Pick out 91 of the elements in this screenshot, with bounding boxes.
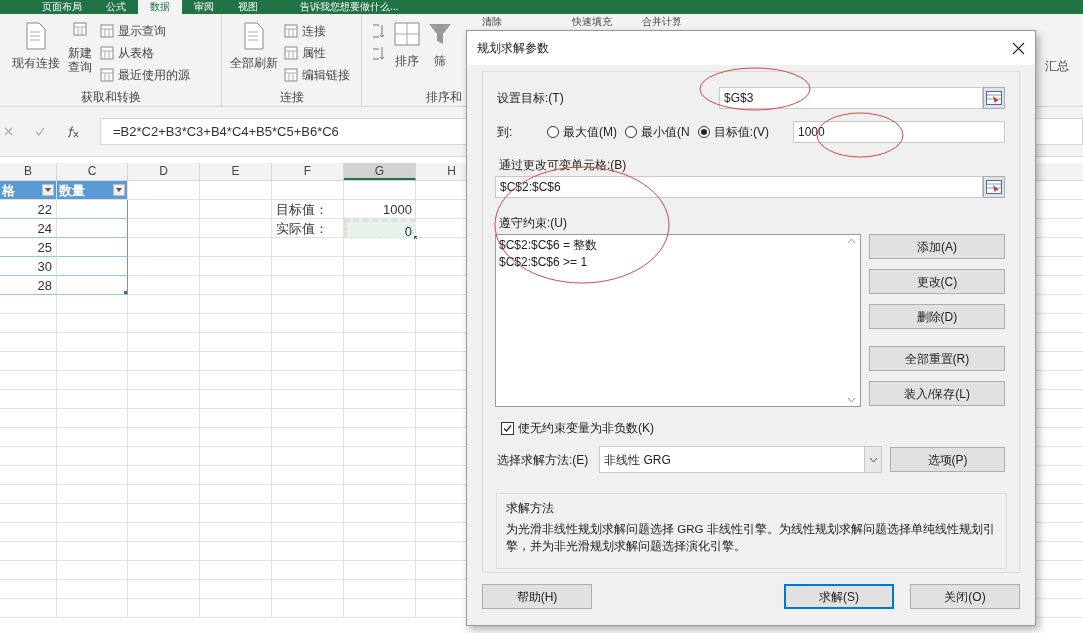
document-icon — [242, 22, 266, 50]
ribbon-tab[interactable]: 数据 — [138, 0, 182, 14]
dialog-button[interactable]: 关闭(O) — [910, 584, 1020, 609]
cell-picker-button[interactable] — [983, 87, 1005, 109]
to-label: 到: — [497, 124, 514, 141]
side-button[interactable]: 更改(C) — [868, 269, 1005, 294]
radio-option[interactable]: 最小值(N — [625, 123, 690, 141]
existing-connections-button[interactable]: 现有连接 — [12, 22, 60, 88]
spreadsheet-cell — [0, 599, 57, 618]
table-icon — [100, 68, 114, 82]
column-header[interactable]: D — [128, 163, 200, 180]
document-icon — [24, 22, 48, 50]
table-icon — [284, 68, 298, 82]
cell-picker-icon — [986, 180, 1002, 194]
table-icon — [284, 46, 298, 60]
objective-label: 设置目标:(T) — [497, 90, 565, 107]
side-button[interactable]: 装入/保存(L) — [868, 381, 1005, 406]
radio-option[interactable]: 最大值(M) — [547, 123, 617, 141]
header-text: 格 — [2, 181, 15, 200]
cell-picker-button[interactable] — [983, 176, 1005, 198]
changing-cells-field[interactable]: $C$2:$C$6 — [495, 176, 983, 198]
spreadsheet-cell — [200, 599, 272, 618]
ribbon-tab[interactable]: 审阅 — [182, 0, 226, 14]
new-query-button[interactable]: 新建 查询 — [68, 22, 92, 88]
refresh-all-button[interactable]: 全部刷新 — [230, 22, 278, 88]
table-icon — [284, 24, 298, 38]
ribbon-tab[interactable]: 公式 — [94, 0, 138, 14]
caret-icon — [45, 188, 51, 192]
ribbon-small-button[interactable]: 从表格 — [100, 44, 190, 62]
flash-fill-button[interactable]: 快速填充 — [572, 15, 612, 29]
method-info-title: 求解方法 — [506, 500, 555, 517]
scroll-down-icon[interactable] — [847, 397, 857, 403]
filter-icon — [428, 22, 452, 46]
side-button[interactable]: 删除(D) — [868, 304, 1005, 329]
side-button[interactable]: 全部重置(R) — [868, 346, 1005, 371]
table-icon — [73, 22, 87, 36]
table-icon — [100, 46, 114, 60]
filter-dropdown[interactable] — [42, 184, 54, 196]
chevron-down-icon — [868, 456, 878, 463]
dialog-button[interactable]: 求解(S) — [784, 584, 894, 609]
spreadsheet-cell — [57, 599, 128, 618]
ribbon-small-button[interactable]: 显示查询 — [100, 22, 190, 40]
tell-me-field[interactable]: 告诉我您想要做什么... — [300, 0, 399, 14]
scroll-up-icon[interactable] — [847, 238, 857, 244]
objective-field[interactable]: $G$3 — [719, 87, 983, 109]
column-header[interactable]: G — [344, 163, 416, 180]
options-button[interactable]: 选项(P) — [890, 447, 1005, 472]
method-select[interactable]: 非线性 GRG — [599, 446, 883, 473]
method-info-text: 为光滑非线性规划求解问题选择 GRG 非线性引擎。为线性规划求解问题选择单纯线性规划引擎，并为非光滑规划求解问题选择演化引擎。 — [506, 522, 996, 554]
resize-handle-icon — [124, 291, 127, 294]
sort-button[interactable]: 排序 — [394, 22, 420, 88]
dialog-button[interactable]: 帮助(H) — [482, 584, 592, 609]
table-icon — [100, 24, 114, 38]
sort-ascending-icon — [370, 22, 386, 62]
subtotal-button[interactable]: 汇总 — [1045, 57, 1069, 75]
group-label: 连接 — [279, 89, 304, 106]
spreadsheet-cell — [272, 599, 344, 618]
nonnegative-checkbox[interactable]: 使无约束变量为非负数(K) — [501, 418, 1005, 438]
column-header[interactable]: E — [200, 163, 272, 180]
close-icon — [1011, 41, 1025, 55]
ribbon-small-button[interactable]: 编辑链接 — [284, 66, 350, 84]
ribbon-small-button[interactable]: 最近使用的源 — [100, 66, 190, 84]
ribbon-small-button[interactable]: 连接 — [284, 22, 350, 40]
dialog-title: 规划求解参数 — [477, 40, 549, 57]
value-field[interactable]: 1000 — [793, 121, 1005, 143]
group-label: 获取和转换 — [80, 89, 141, 106]
group-label: 排序和 — [426, 89, 462, 106]
ribbon-tab[interactable]: 页面布局 — [30, 0, 94, 14]
cell-picker-icon — [986, 91, 1002, 105]
header-text: 数量 — [59, 181, 85, 200]
spreadsheet-cell: 1000 — [344, 200, 416, 219]
column-header[interactable]: C — [57, 163, 128, 180]
radio-option[interactable]: 目标值:(V) — [697, 123, 769, 141]
spreadsheet-cell — [128, 599, 200, 618]
column-header[interactable]: B — [0, 163, 57, 180]
ribbon-tab[interactable]: 视图 — [226, 0, 270, 14]
side-button[interactable]: 添加(A) — [868, 234, 1005, 259]
clear-button[interactable]: 清除 — [482, 15, 502, 29]
ribbon-small-button[interactable]: 属性 — [284, 44, 350, 62]
caret-icon — [116, 188, 122, 192]
close-button[interactable] — [1011, 41, 1025, 55]
sort-icon — [394, 22, 420, 46]
constraint-item[interactable]: $C$2:$C$6 = 整数 — [499, 237, 844, 254]
filter-button[interactable]: 筛 — [428, 22, 452, 88]
function-icon[interactable] — [67, 125, 79, 138]
filter-dropdown[interactable] — [113, 184, 125, 196]
spreadsheet-cell: 0 — [344, 219, 416, 238]
method-label: 选择求解方法:(E) — [497, 451, 590, 469]
constraints-label: 遵守约束:(U) — [499, 215, 568, 232]
changing-cells-label: 通过更改可变单元格:(B) — [499, 157, 628, 174]
consolidate-button[interactable]: 合并计算 — [642, 15, 682, 29]
